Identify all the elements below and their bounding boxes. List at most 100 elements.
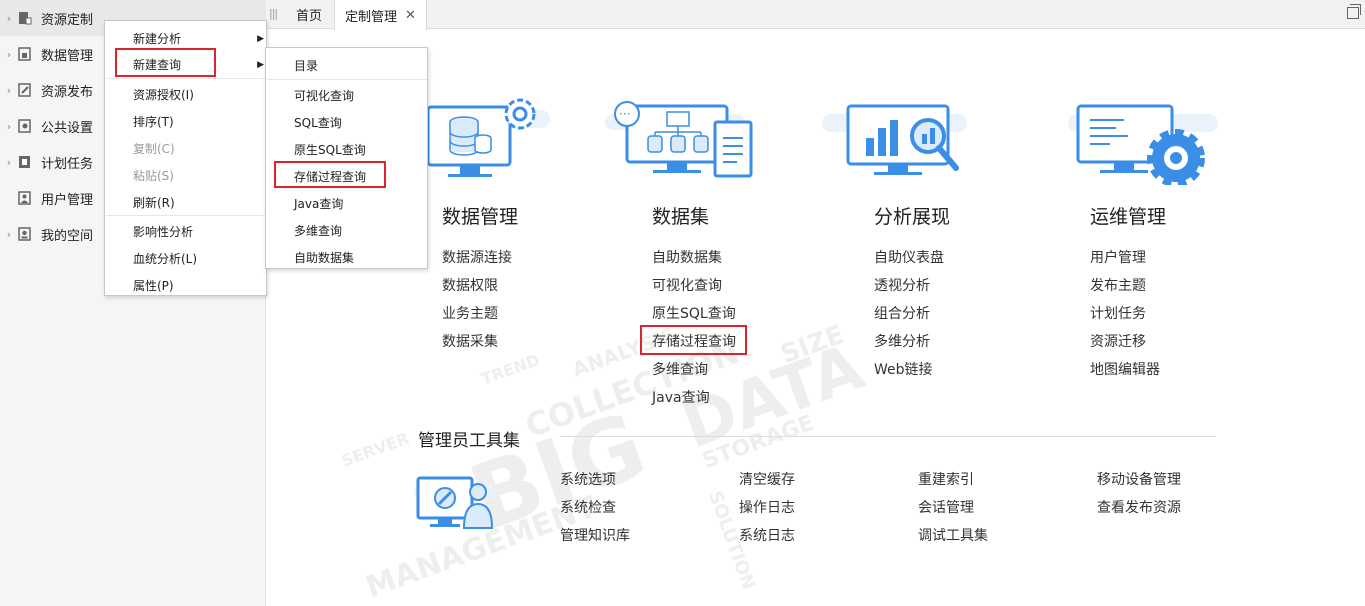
sidebar-item-label: 公共设置 [41,120,94,136]
link-business-theme[interactable]: 业务主题 [442,303,498,323]
link-system-check[interactable]: 系统检查 [560,497,616,517]
chevron-right-icon[interactable]: › [0,84,18,97]
maximize-icon[interactable] [1347,4,1361,19]
menu-item-label: 属性(P) [133,279,174,293]
link-debug-tools[interactable]: 调试工具集 [918,525,988,545]
highlight-box [640,325,747,355]
menu-item-native-sql-query[interactable]: 原生SQL查询 [266,136,427,163]
menu-item-lineage-analysis[interactable]: 血统分析(L) [105,245,266,272]
link-rebuild-index[interactable]: 重建索引 [918,469,974,489]
highlight-box [274,161,386,188]
menu-item-label: 可视化查询 [294,89,355,103]
submenu-arrow-icon: ▶ [257,59,264,70]
link-user-management[interactable]: 用户管理 [1090,247,1146,267]
settings-icon [18,119,32,133]
link-datasource-connection[interactable]: 数据源连接 [442,247,512,267]
menu-item-paste[interactable]: 粘贴(S) [105,162,266,189]
link-knowledge-base[interactable]: 管理知识库 [560,525,630,545]
analysis-illustration [822,104,967,175]
sidebar-item-label: 用户管理 [41,192,94,208]
category-title: 运维管理 [1090,206,1167,228]
menu-item-refresh[interactable]: 刷新(R) [105,189,266,216]
link-self-service-dataset[interactable]: 自助数据集 [652,247,722,267]
background-watermark: BIG DATA STORAGE COLLECTION MANAGEMENT T… [300,300,873,606]
menu-separator [106,78,266,79]
menu-item-label: 刷新(R) [133,196,175,210]
chevron-right-icon[interactable]: › [0,12,18,25]
menu-separator [106,215,266,216]
link-scheduled-tasks[interactable]: 计划任务 [1090,303,1146,323]
link-operation-log[interactable]: 操作日志 [739,497,795,517]
link-session-management[interactable]: 会话管理 [918,497,974,517]
link-resource-migration[interactable]: 资源迁移 [1090,331,1146,351]
menu-item-label: 复制(C) [133,142,175,156]
menu-item-visual-query[interactable]: 可视化查询 [266,82,427,109]
link-mobile-device-management[interactable]: 移动设备管理 [1097,469,1181,489]
menu-item-multidimensional-query[interactable]: 多维查询 [266,217,427,244]
tab-bar: ||| 首页 定制管理 ✕ [266,0,1365,30]
divider [560,436,1216,437]
link-java-query[interactable]: Java查询 [652,387,710,407]
menu-item-label: SQL查询 [294,116,342,130]
menu-item-sql-query[interactable]: SQL查询 [266,109,427,136]
sidebar-item-label: 计划任务 [41,156,94,172]
menu-item-impact-analysis[interactable]: 影响性分析 [105,218,266,245]
tab-home[interactable]: 首页 [286,0,332,29]
link-data-collection[interactable]: 数据采集 [442,331,498,351]
chevron-right-icon[interactable]: › [0,120,18,133]
link-self-service-dashboard[interactable]: 自助仪表盘 [874,247,944,267]
space-icon [18,227,32,241]
link-view-published-resources[interactable]: 查看发布资源 [1097,497,1181,517]
link-combined-analysis[interactable]: 组合分析 [874,303,930,323]
tab-custom-management[interactable]: 定制管理 ✕ [334,0,427,30]
resource-icon [18,11,32,25]
sidebar-item-label: 资源发布 [41,84,94,100]
chevron-right-icon[interactable]: › [0,228,18,241]
menu-item-java-query[interactable]: Java查询 [266,190,427,217]
new-query-submenu: 目录 可视化查询 SQL查询 原生SQL查询 存储过程查询 Java查询 多维查… [265,47,428,269]
menu-item-label: 新建分析 [133,32,182,46]
menu-item-label: 粘贴(S) [133,169,174,183]
sidebar-item-label: 数据管理 [41,48,94,64]
menu-item-label: 原生SQL查询 [294,143,366,157]
link-pivot-analysis[interactable]: 透视分析 [874,275,930,295]
category-title: 数据集 [652,206,710,228]
link-data-permission[interactable]: 数据权限 [442,275,498,295]
admin-tools-illustration [414,476,496,529]
user-icon [18,191,32,205]
link-multidimensional-analysis[interactable]: 多维分析 [874,331,930,351]
menu-item-properties[interactable]: 属性(P) [105,272,266,299]
link-web-link[interactable]: Web链接 [874,359,933,379]
menu-item-directory[interactable]: 目录 [266,52,427,79]
chevron-right-icon[interactable]: › [0,48,18,61]
menu-item-resource-authorization[interactable]: 资源授权(I) [105,81,266,108]
grip-icon[interactable]: ||| [269,7,278,20]
link-publish-theme[interactable]: 发布主题 [1090,275,1146,295]
link-map-editor[interactable]: 地图编辑器 [1090,359,1160,379]
tab-label: 定制管理 [345,9,398,25]
link-native-sql-query[interactable]: 原生SQL查询 [652,303,736,323]
publish-icon [18,83,32,97]
link-clear-cache[interactable]: 清空缓存 [739,469,795,489]
svg-text:···: ··· [619,107,630,121]
menu-item-label: 多维查询 [294,224,343,238]
wm-trend: TREND [478,350,543,389]
menu-item-sort[interactable]: 排序(T) [105,108,266,135]
link-visual-query[interactable]: 可视化查询 [652,275,722,295]
link-multidimensional-query[interactable]: 多维查询 [652,359,708,379]
menu-item-copy[interactable]: 复制(C) [105,135,266,162]
menu-item-self-service-dataset[interactable]: 自助数据集 [266,244,427,271]
sidebar-item-label: 我的空间 [41,228,94,244]
menu-item-label: 影响性分析 [133,225,194,239]
menu-item-label: Java查询 [294,197,344,211]
link-system-options[interactable]: 系统选项 [560,469,616,489]
admin-tools-title: 管理员工具集 [418,431,520,451]
link-system-log[interactable]: 系统日志 [739,525,795,545]
close-icon[interactable]: ✕ [405,8,416,23]
sidebar-item-label: 资源定制 [41,12,94,28]
chevron-right-icon[interactable]: › [0,156,18,169]
data-icon [18,47,32,61]
submenu-arrow-icon: ▶ [257,33,264,44]
task-icon [18,155,32,169]
menu-item-label: 自助数据集 [294,251,355,265]
